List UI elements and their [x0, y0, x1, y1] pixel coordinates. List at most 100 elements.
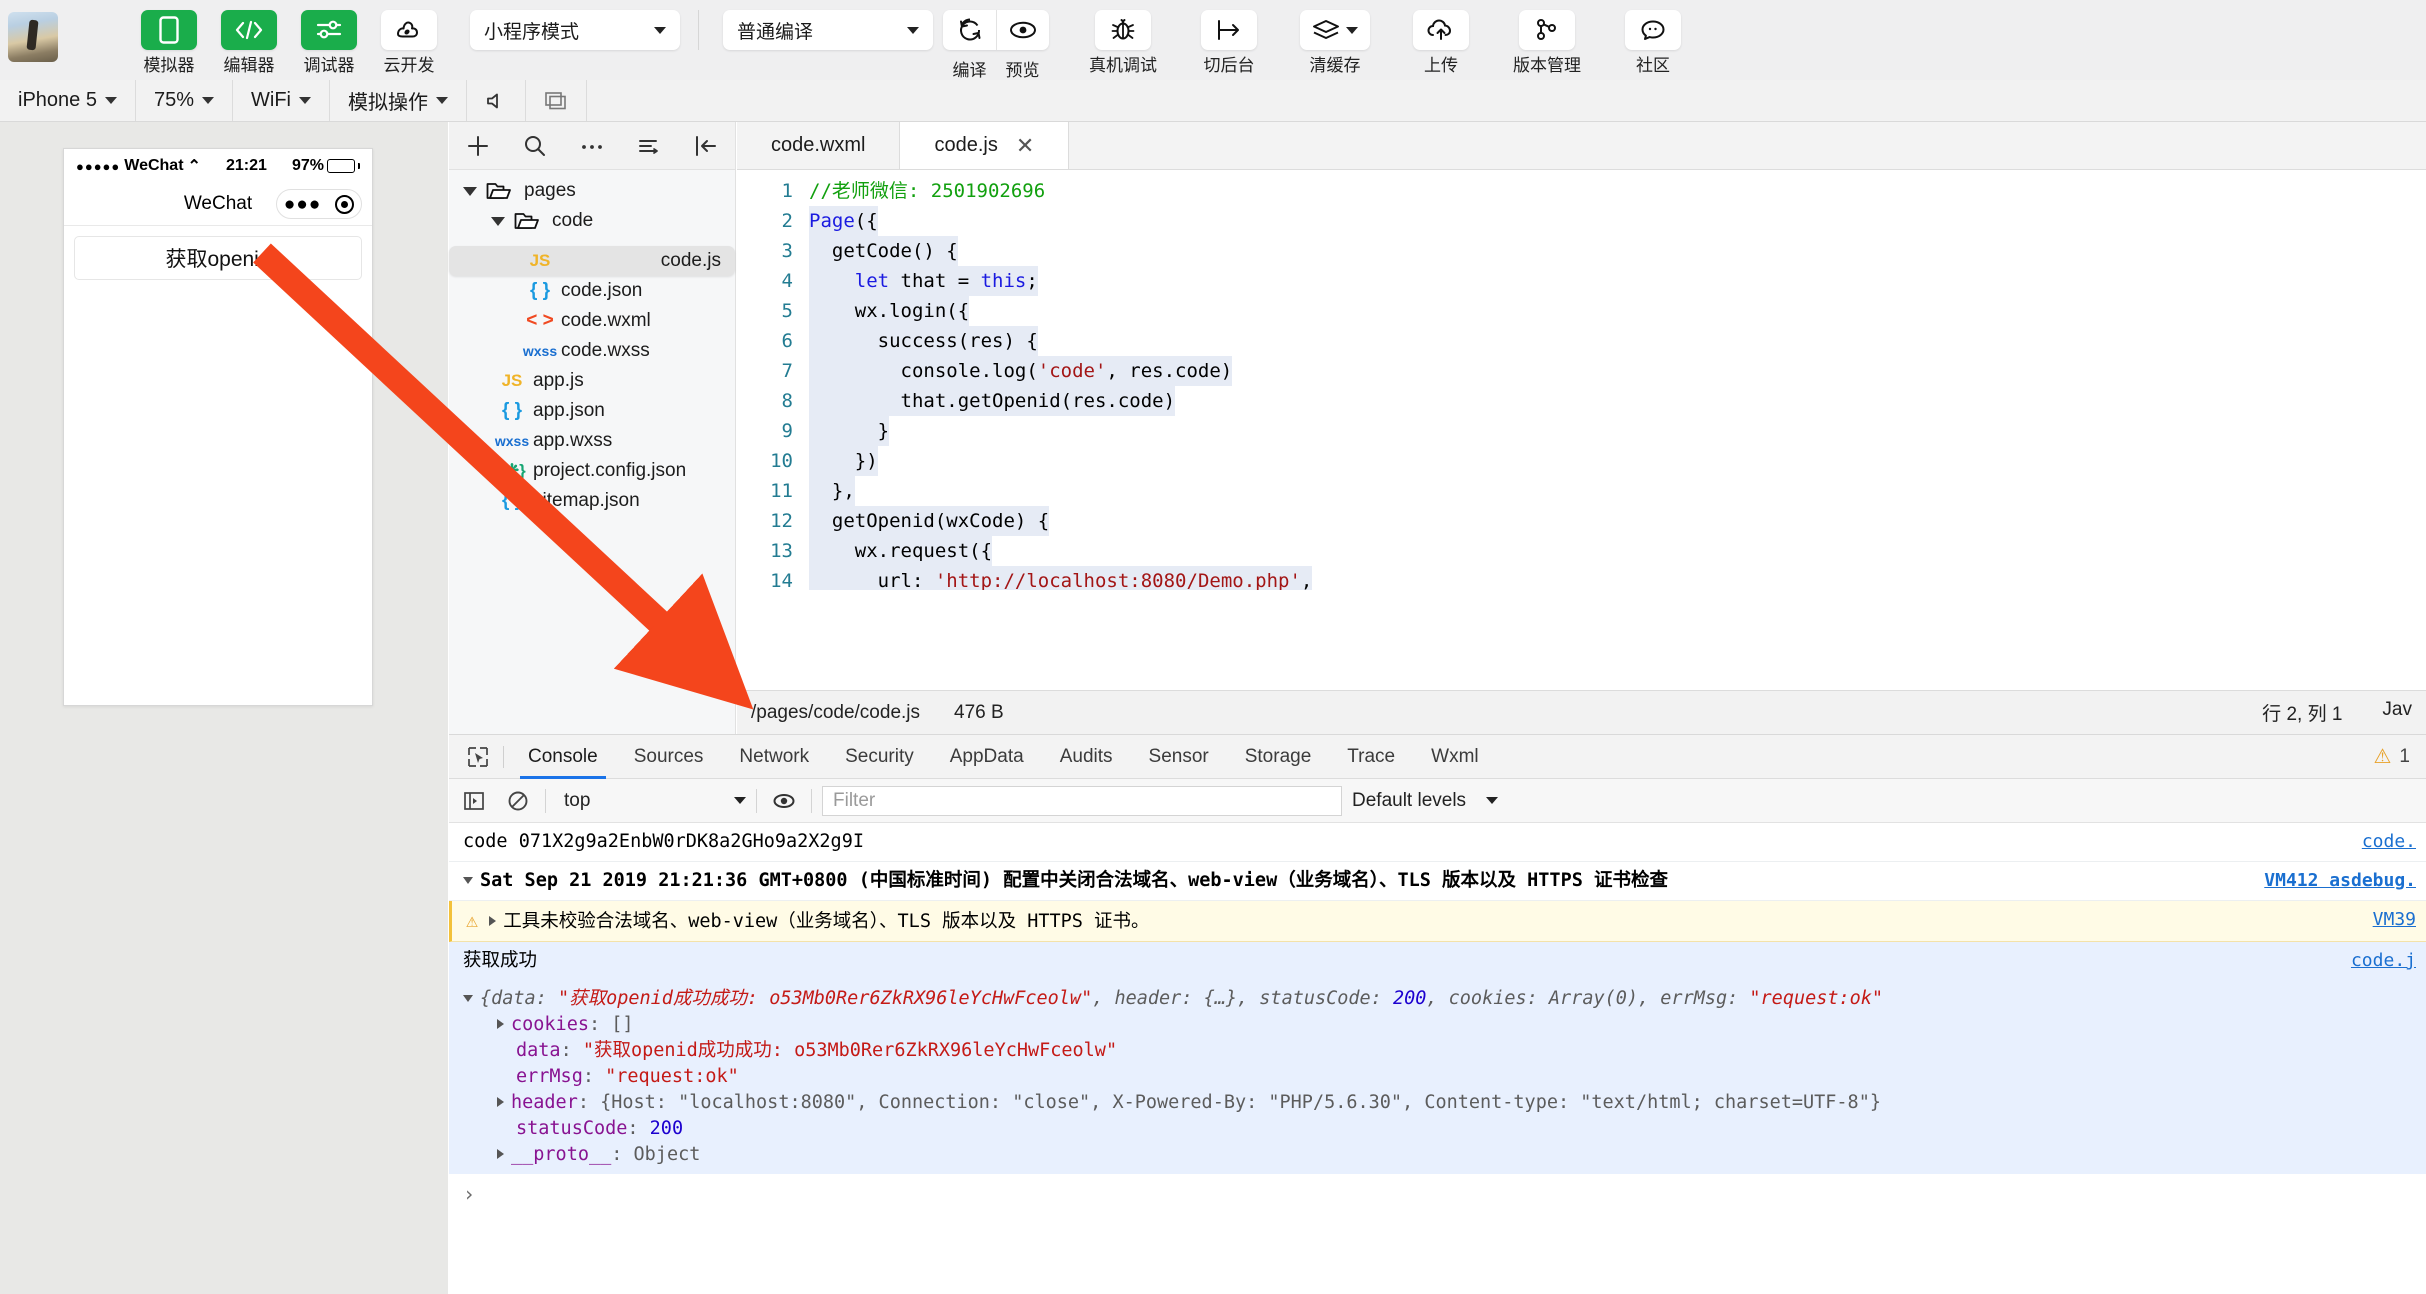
expand-icon[interactable]	[497, 1149, 504, 1159]
console-row[interactable]: Sat Sep 21 2019 21:21:36 GMT+0800 (中国标准时…	[449, 862, 2426, 901]
tree-file[interactable]: { } code.json	[449, 276, 735, 306]
console-filter-input[interactable]: Filter	[822, 785, 1342, 816]
clear-console-icon[interactable]	[501, 785, 535, 817]
console-source-link[interactable]: code.j	[2351, 948, 2416, 974]
toolbar-clear-cache-button[interactable]: 清缓存	[1283, 0, 1387, 76]
devtools-tab-sources[interactable]: Sources	[616, 735, 722, 779]
toolbar-simulator-button[interactable]: 模拟器	[130, 0, 208, 76]
inspect-element-icon[interactable]	[449, 746, 503, 768]
console-row[interactable]: 获取成功 code.j	[449, 942, 2426, 980]
console-levels-select[interactable]: Default levels	[1352, 790, 1499, 812]
volume-icon[interactable]	[467, 80, 526, 121]
console-row[interactable]: code 071X2g9a2EnbW0rDK8a2GHo9a2X2g9I code…	[449, 823, 2426, 862]
collapse-icon[interactable]	[463, 995, 473, 1002]
toolbar-real-device-debug-button[interactable]: 真机调试	[1071, 0, 1175, 76]
toggle-sidebar-icon[interactable]	[678, 133, 735, 159]
expand-icon[interactable]	[463, 877, 473, 884]
devtools-tab-appdata[interactable]: AppData	[932, 735, 1042, 779]
tree-folder[interactable]: pages	[449, 176, 735, 206]
close-mini-program-icon[interactable]	[335, 194, 355, 214]
compile-button[interactable]	[943, 10, 996, 50]
code-text: },	[809, 476, 855, 506]
expand-icon[interactable]	[497, 1097, 504, 1107]
object-property[interactable]: statusCode: 200	[463, 1116, 2418, 1142]
chevron-down-icon	[104, 97, 117, 104]
object-property[interactable]: data: "获取openid成功成功: o53Mb0Rer6ZkRX96leY…	[463, 1038, 2418, 1064]
chevron-down-icon[interactable]	[463, 186, 477, 196]
mini-program-capsule[interactable]: ●●●	[276, 189, 362, 219]
more-icon[interactable]	[563, 133, 620, 159]
preview-button[interactable]	[996, 10, 1049, 50]
zoom-select[interactable]: 75%	[136, 80, 233, 121]
code-text: success(res) {	[809, 326, 1038, 356]
object-summary[interactable]: {data: "获取openid成功成功: o53Mb0Rer6ZkRX96le…	[463, 986, 2418, 1012]
devtools-warning-badge[interactable]: ⚠ 1	[2373, 744, 2426, 769]
chevron-down-icon	[202, 97, 214, 104]
json-file-icon: { }	[529, 280, 551, 301]
compile-select[interactable]: 普通编译	[723, 10, 933, 50]
expand-icon[interactable]	[489, 916, 497, 926]
get-openid-button[interactable]: 获取openid	[74, 236, 362, 280]
tree-file[interactable]: { } sitemap.json	[449, 486, 735, 516]
tree-file[interactable]: wxss code.wxss	[449, 336, 735, 366]
console-object-dump[interactable]: {data: "获取openid成功成功: o53Mb0Rer6ZkRX96le…	[449, 980, 2426, 1174]
tree-file[interactable]: JS app.js	[449, 366, 735, 396]
devtools-tab-network[interactable]: Network	[721, 735, 827, 779]
toolbar-version-control-button[interactable]: 版本管理	[1495, 0, 1599, 76]
tree-folder[interactable]: code	[449, 206, 735, 236]
devtools-tab-console[interactable]: Console	[510, 735, 616, 779]
object-property[interactable]: errMsg: "request:ok"	[463, 1064, 2418, 1090]
object-property[interactable]: __proto__: Object	[463, 1142, 2418, 1168]
editor-tab-code-wxml[interactable]: code.wxml	[737, 122, 901, 169]
console-sidebar-toggle-icon[interactable]	[457, 785, 491, 817]
devtools-tab-wxml[interactable]: Wxml	[1413, 735, 1496, 779]
close-icon[interactable]: ✕	[1016, 134, 1034, 157]
code-line: 5 wx.login({	[737, 296, 2426, 326]
folder-icon	[486, 181, 512, 201]
editor-file-size: 476 B	[954, 701, 1004, 723]
toolbar-debugger-button[interactable]: 调试器	[290, 0, 368, 76]
console-source-link[interactable]: VM39	[2373, 907, 2416, 933]
chevron-down-icon[interactable]	[491, 216, 505, 226]
zoom-select-value: 75%	[153, 89, 194, 111]
console-context-select[interactable]: top	[556, 790, 746, 812]
tree-file[interactable]: wxss app.wxss	[449, 426, 735, 456]
device-select[interactable]: iPhone 5	[0, 80, 136, 121]
line-number: 10	[770, 450, 793, 472]
editor-tab-code-js[interactable]: code.js ✕	[900, 122, 1070, 169]
user-avatar[interactable]	[8, 12, 58, 62]
devtools-tab-security[interactable]: Security	[827, 735, 932, 779]
code-area[interactable]: 1//老师微信: 2501902696 2 Page({3 getCode() {4…	[737, 170, 2426, 590]
tree-file[interactable]: < > code.wxml	[449, 306, 735, 336]
expand-icon[interactable]	[497, 1019, 504, 1029]
object-property-value: "request:ok"	[605, 1066, 739, 1087]
devtools-tab-sensor[interactable]: Sensor	[1131, 735, 1227, 779]
devtools-tab-storage[interactable]: Storage	[1227, 735, 1330, 779]
toolbar-cloud-dev-button[interactable]: 云开发	[370, 0, 448, 76]
add-icon[interactable]	[449, 133, 506, 159]
toolbar-background-switch-button[interactable]: 切后台	[1177, 0, 1281, 76]
toolbar-editor-button[interactable]: 编辑器	[210, 0, 288, 76]
object-property[interactable]: cookies: []	[463, 1012, 2418, 1038]
toolbar-upload-button[interactable]: 上传	[1389, 0, 1493, 76]
devtools-tab-trace[interactable]: Trace	[1329, 735, 1413, 779]
toolbar-version-control-label: 版本管理	[1513, 56, 1581, 75]
simulate-action-select[interactable]: 模拟操作	[330, 80, 467, 121]
console-source-link[interactable]: code.	[2362, 829, 2416, 855]
devtools-tab-audits[interactable]: Audits	[1042, 735, 1131, 779]
mode-select[interactable]: 小程序模式	[470, 10, 680, 50]
console-prompt[interactable]: ›	[449, 1174, 2426, 1214]
search-icon[interactable]	[506, 133, 563, 159]
sort-icon[interactable]	[621, 133, 678, 159]
toolbar-community-button[interactable]: 社区	[1601, 0, 1705, 76]
tree-file[interactable]: {❋} project.config.json	[449, 456, 735, 486]
network-select[interactable]: WiFi	[233, 80, 330, 121]
tree-file[interactable]: JS code.js	[449, 246, 735, 276]
console-source-link[interactable]: VM412 asdebug.	[2264, 868, 2416, 894]
more-icon[interactable]: ●●●	[284, 195, 321, 214]
window-icon[interactable]	[526, 80, 587, 121]
console-row[interactable]: ⚠ 工具未校验合法域名、web-view（业务域名）、TLS 版本以及 HTTP…	[449, 901, 2426, 942]
tree-file[interactable]: { } app.json	[449, 396, 735, 426]
object-property[interactable]: header: {Host: "localhost:8080", Connect…	[463, 1090, 2418, 1116]
console-eye-icon[interactable]	[767, 785, 801, 817]
